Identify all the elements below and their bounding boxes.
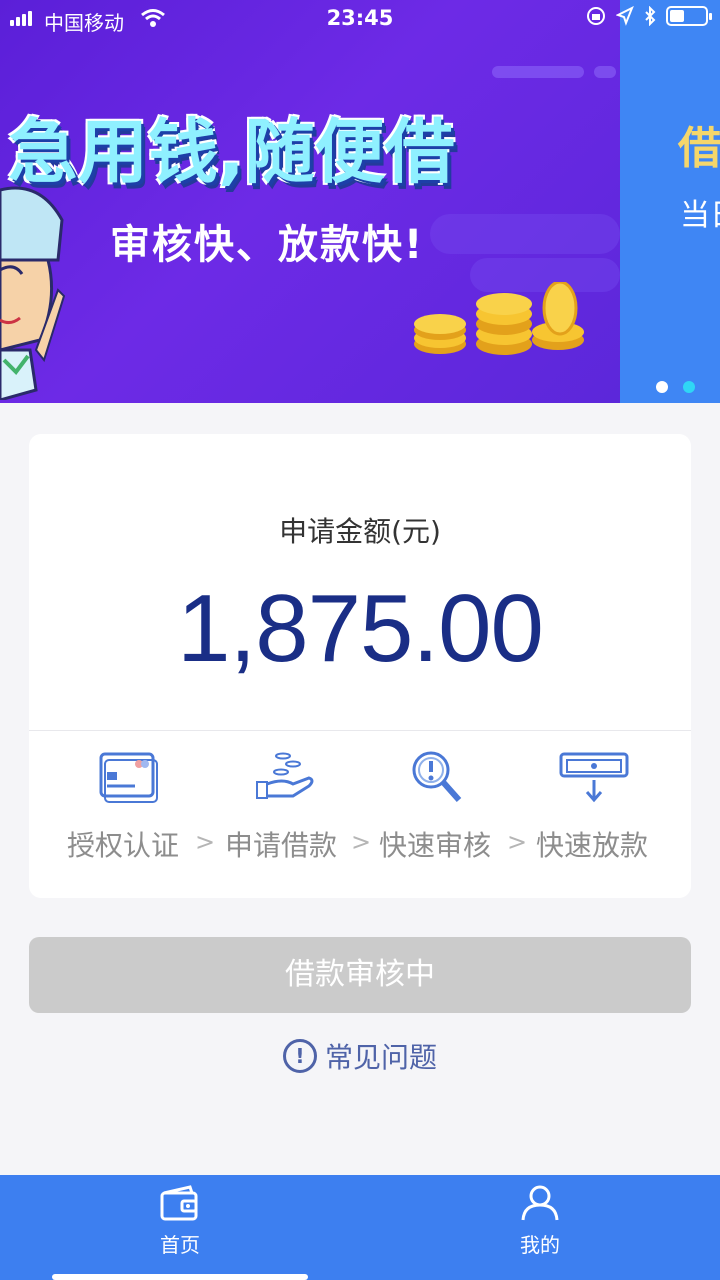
carousel-dot-active[interactable] [683,381,695,393]
magnifier-alert-icon [412,751,462,802]
id-card-icon [99,752,158,803]
cash-out-icon [559,752,629,803]
loan-amount-card: 申请金额(元) 1,875.00 授权认证 > 申请借款 > 快速审核 > 快速… [29,434,691,898]
tab-mine[interactable]: 我的 [480,1185,600,1258]
amount-label: 申请金额(元) [279,515,441,548]
bottom-tab-bar: 首页 我的 [0,1175,720,1280]
step-label-apply: 申请借款 [225,829,338,862]
tab-home-label: 首页 [160,1233,200,1257]
faq-label: 常见问题 [324,1041,437,1074]
banner-carousel[interactable]: 急用钱,随便借 审核快、放款快! 借 当 [0,0,720,403]
banner-subtitle: 审核快、放款快! [110,222,425,268]
orientation-lock-icon [587,7,605,25]
user-icon [521,1185,559,1221]
tab-mine-label: 我的 [520,1233,560,1257]
banner-slide-2[interactable]: 借 当日 [620,0,720,403]
carousel-dots[interactable] [656,381,695,393]
battery-icon [666,6,712,26]
hand-coins-icon [256,752,314,799]
banner-slide-2-title: 借 [678,123,720,174]
wallet-icon [160,1185,198,1221]
status-bar: 中国移动 23:45 [0,0,720,38]
carousel-dot[interactable] [656,381,668,393]
amount-value: 1,875.00 [177,575,544,682]
loan-review-button[interactable]: 借款审核中 [29,937,691,1013]
location-icon [616,6,634,26]
process-steps: 授权认证 > 申请借款 > 快速审核 > 快速放款 [29,750,691,870]
step-label-disburse: 快速放款 [536,829,649,862]
step-arrow: > [507,828,528,856]
alert-circle-icon: ! [282,1039,317,1073]
banner-slide-1[interactable]: 急用钱,随便借 审核快、放款快! [0,0,620,403]
step-arrow: > [351,828,372,856]
coins-icon [414,282,584,355]
bluetooth-icon [645,6,656,26]
step-label-authorize: 授权认证 [67,829,180,862]
home-indicator [52,1274,308,1280]
banner-title: 急用钱,随便借 [8,111,455,193]
step-arrow: > [195,828,216,856]
decor-bar [492,66,584,78]
step-label-review: 快速审核 [379,829,492,862]
decor-bar [594,66,616,78]
tab-home[interactable]: 首页 [120,1185,240,1258]
decor-cloud [430,214,620,254]
faq-link[interactable]: ! 常见问题 [0,1036,720,1076]
cartoon-character-icon [0,186,66,400]
banner-slide-2-subtitle: 当日 [680,198,720,233]
divider [29,730,691,731]
